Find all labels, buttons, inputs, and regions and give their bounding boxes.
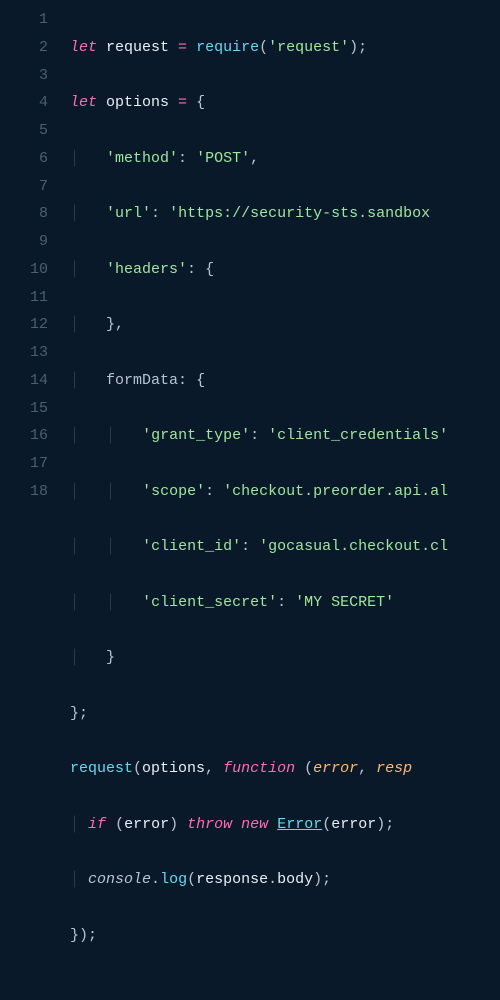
line-number: 4	[0, 89, 48, 117]
code-line: │ formData: {	[70, 367, 448, 395]
line-number: 14	[0, 367, 48, 395]
code-line: │ 'method': 'POST',	[70, 145, 448, 173]
line-number: 8	[0, 200, 48, 228]
code-line: │ if (error) throw new Error(error);	[70, 811, 448, 839]
code-line: │ console.log(response.body);	[70, 866, 448, 894]
line-number: 10	[0, 256, 48, 284]
code-line: │ },	[70, 311, 448, 339]
code-line: │ │ 'scope': 'checkout.preorder.api.al	[70, 478, 448, 506]
line-number: 12	[0, 311, 48, 339]
code-line: let options = {	[70, 89, 448, 117]
code-line: };	[70, 700, 448, 728]
code-line: │ │ 'client_id': 'gocasual.checkout.cl	[70, 533, 448, 561]
line-number: 6	[0, 145, 48, 173]
line-number: 15	[0, 395, 48, 423]
code-editor: 1 2 3 4 5 6 7 8 9 10 11 12 13 14 15 16 1…	[0, 0, 500, 1000]
line-number: 3	[0, 62, 48, 90]
code-line: let request = require('request');	[70, 34, 448, 62]
line-number: 13	[0, 339, 48, 367]
line-number: 9	[0, 228, 48, 256]
code-line	[70, 977, 448, 1000]
line-number: 17	[0, 450, 48, 478]
line-number: 1	[0, 6, 48, 34]
line-number: 7	[0, 173, 48, 201]
line-number: 18	[0, 478, 48, 506]
code-line: │ 'headers': {	[70, 256, 448, 284]
line-number-gutter: 1 2 3 4 5 6 7 8 9 10 11 12 13 14 15 16 1…	[0, 6, 70, 1000]
code-line: │ │ 'grant_type': 'client_credentials'	[70, 422, 448, 450]
line-number: 11	[0, 284, 48, 312]
code-line: │ │ 'client_secret': 'MY SECRET'	[70, 589, 448, 617]
code-line: });	[70, 922, 448, 950]
code-line: request(options, function (error, resp	[70, 755, 448, 783]
code-content[interactable]: let request = require('request'); let op…	[70, 6, 448, 1000]
code-line: │ }	[70, 644, 448, 672]
code-line: │ 'url': 'https://security-sts.sandbox	[70, 200, 448, 228]
line-number: 16	[0, 422, 48, 450]
line-number: 5	[0, 117, 48, 145]
line-number: 2	[0, 34, 48, 62]
